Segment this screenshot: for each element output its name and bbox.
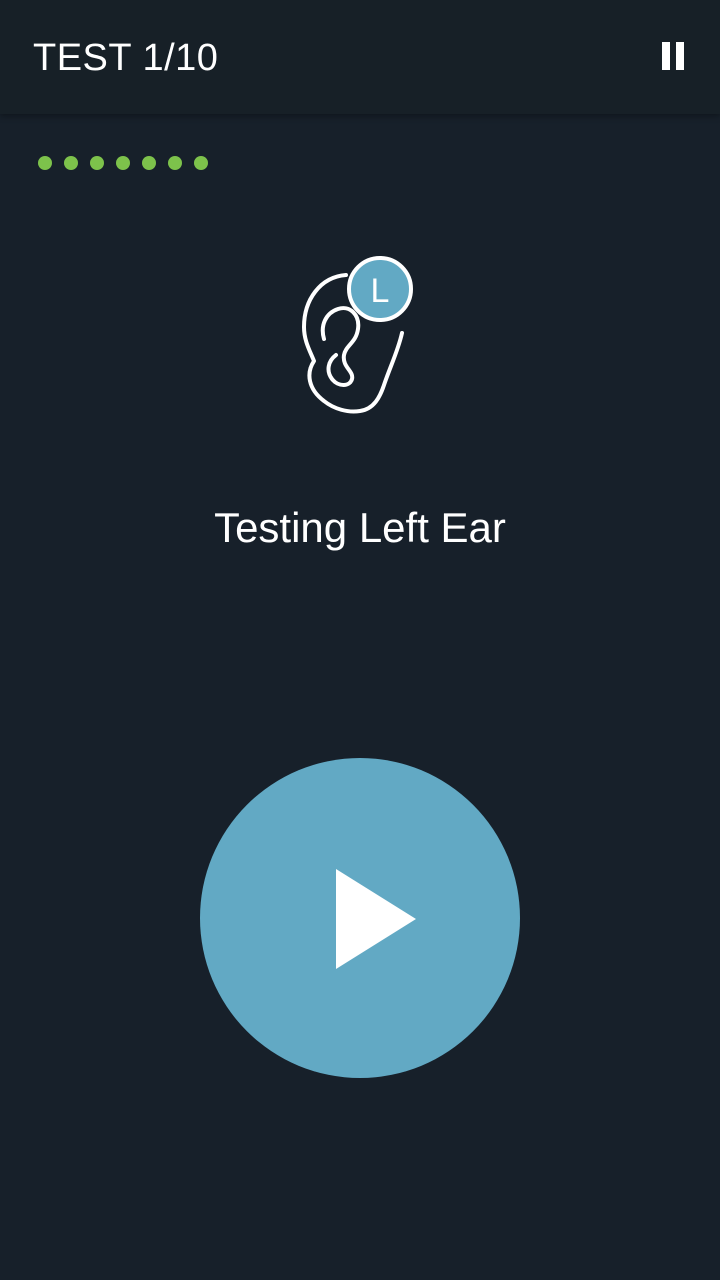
header-bar: TEST 1/10 — [0, 0, 720, 114]
progress-dot — [90, 156, 104, 170]
progress-dot — [38, 156, 52, 170]
testing-label: Testing Left Ear — [214, 504, 506, 551]
progress-dot — [194, 156, 208, 170]
ear-badge-letter: L — [371, 272, 390, 310]
progress-dot — [168, 156, 182, 170]
progress-dot — [64, 156, 78, 170]
progress-dots — [38, 156, 208, 170]
page-title: TEST 1/10 — [33, 37, 219, 79]
ear-icon: L — [298, 255, 420, 420]
progress-dot — [142, 156, 156, 170]
play-button[interactable] — [200, 758, 520, 1078]
pause-icon — [662, 42, 670, 70]
play-icon — [336, 869, 416, 969]
progress-dot — [116, 156, 130, 170]
pause-button[interactable] — [660, 42, 686, 70]
screen: TEST 1/10 L Testing Left Ear — [0, 0, 720, 1280]
